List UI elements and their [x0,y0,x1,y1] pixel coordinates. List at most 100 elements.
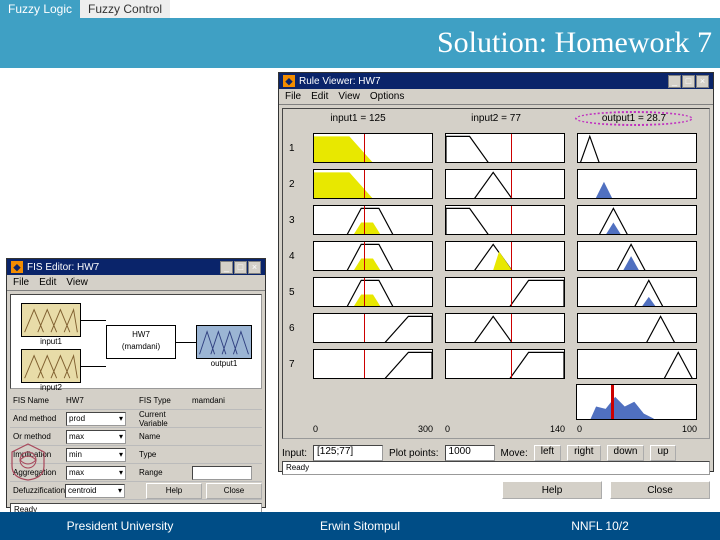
fis-rule-node[interactable]: HW7 (mamdani) [106,325,176,359]
range-input[interactable] [192,466,252,480]
fis-output-label: output1 [197,359,251,368]
fis-input2-label: input2 [22,383,80,392]
maximize-icon[interactable]: □ [682,75,695,88]
minimize-icon[interactable]: _ [220,261,233,274]
help-button[interactable]: Help [146,483,202,499]
menu-view[interactable]: View [66,277,88,288]
aggregation-select[interactable]: max▾ [66,466,126,480]
prop-label: Type [136,450,192,459]
fis-input2-node[interactable]: input2 [21,349,81,383]
slide-title-bar: Solution: Homework 7 [0,18,720,68]
rule-number: 6 [289,323,307,334]
menu-edit[interactable]: Edit [311,91,328,102]
plot-points-label: Plot points: [389,448,438,459]
university-logo-icon [10,442,46,482]
chevron-down-icon: ▾ [119,414,123,423]
plot-points-field[interactable]: 1000 [445,445,495,461]
move-left-button[interactable]: left [534,445,561,461]
minimize-icon[interactable]: _ [668,75,681,88]
rv-controls: Input: [125;77] Plot points: 1000 Move: … [282,445,710,461]
prop-label: Current Variable [136,410,192,428]
aggregate-output-cell [576,384,697,420]
footer-author: Erwin Sitompul [240,512,480,540]
chevron-down-icon: ▾ [119,468,123,477]
rv-input2-header: input2 = 77 [427,113,565,124]
or-method-select[interactable]: max▾ [66,430,126,444]
and-method-select[interactable]: prod▾ [66,412,126,426]
slide-body: ◆ FIS Editor: HW7 _ □ × File Edit View i… [0,68,720,514]
fis-properties: FIS Name HW7 FIS Type mamdani And method… [10,392,262,500]
rule-number: 5 [289,287,307,298]
chevron-down-icon: ▾ [118,486,122,495]
rule-row: 2 [289,166,703,202]
close-button[interactable]: Close [206,483,262,499]
rv-status: Ready [282,461,710,475]
slide-footer: President University Erwin Sitompul NNFL… [0,512,720,540]
menu-file[interactable]: File [285,91,301,102]
menu-file[interactable]: File [13,277,29,288]
rule-row: 3 [289,202,703,238]
tab-fuzzy-control[interactable]: Fuzzy Control [80,0,170,18]
prop-value: HW7 [66,396,136,405]
chevron-down-icon: ▾ [119,450,123,459]
close-button[interactable]: Close [610,481,710,499]
fis-window-title: FIS Editor: HW7 [27,262,220,273]
breadcrumb-tabs: Fuzzy Logic Fuzzy Control [0,0,720,18]
footer-page: NNFL 10/2 [480,512,720,540]
rv-window-title: Rule Viewer: HW7 [299,76,668,87]
menu-options[interactable]: Options [370,91,404,102]
implication-select[interactable]: min▾ [66,448,126,462]
move-label: Move: [501,448,528,459]
prop-label: And method [10,414,66,423]
rv-output-header: output1 = 28.7 [565,113,703,124]
fis-titlebar[interactable]: ◆ FIS Editor: HW7 _ □ × [7,259,265,275]
fis-rule-type: (mamdani) [107,342,175,351]
fis-menubar[interactable]: File Edit View [7,275,265,291]
rule-number: 1 [289,143,307,154]
rule-number: 4 [289,251,307,262]
menu-edit[interactable]: Edit [39,277,56,288]
rule-viewer-window: ◆ Rule Viewer: HW7 _ □ × File Edit View … [278,72,714,472]
fis-rule-name: HW7 [107,330,175,339]
rule-number: 7 [289,359,307,370]
menu-view[interactable]: View [338,91,360,102]
move-down-button[interactable]: down [607,445,645,461]
fis-diagram[interactable]: input1 input2 HW7 (mamdani) output1 [10,294,262,389]
rv-rule-grid[interactable]: 1 2 3 4 [289,130,703,434]
help-button[interactable]: Help [502,481,602,499]
prop-label: FIS Name [10,396,66,405]
maximize-icon[interactable]: □ [234,261,247,274]
fis-input1-label: input1 [22,337,80,346]
prop-label: FIS Type [136,396,192,405]
close-icon[interactable]: × [696,75,709,88]
rule-row: 1 [289,130,703,166]
prop-label: Defuzzification [10,486,65,495]
prop-label: Or method [10,432,66,441]
highlight-oval-icon [575,111,693,126]
rule-row: 7 [289,346,703,382]
footer-university: President University [0,512,240,540]
defuzz-select[interactable]: centroid▾ [65,484,125,498]
rule-number: 3 [289,215,307,226]
prop-value: mamdani [192,396,262,405]
rule-row: 4 [289,238,703,274]
move-up-button[interactable]: up [650,445,675,461]
rv-plot-area: input1 = 125 input2 = 77 output1 = 28.7 … [282,108,710,439]
page-title: Solution: Homework 7 [437,26,712,60]
rule-row: 6 [289,310,703,346]
rule-row: 5 [289,274,703,310]
fis-input1-node[interactable]: input1 [21,303,81,337]
rv-titlebar[interactable]: ◆ Rule Viewer: HW7 _ □ × [279,73,713,89]
move-right-button[interactable]: right [567,445,600,461]
input-field[interactable]: [125;77] [313,445,383,461]
rv-menubar[interactable]: File Edit View Options [279,89,713,105]
tab-fuzzy-logic[interactable]: Fuzzy Logic [0,0,80,18]
rule-number: 2 [289,179,307,190]
close-icon[interactable]: × [248,261,261,274]
prop-label: Name [136,432,192,441]
input-label: Input: [282,448,307,459]
chevron-down-icon: ▾ [119,432,123,441]
matlab-icon: ◆ [11,261,23,273]
fis-output-node[interactable]: output1 [196,325,252,359]
matlab-icon: ◆ [283,75,295,87]
